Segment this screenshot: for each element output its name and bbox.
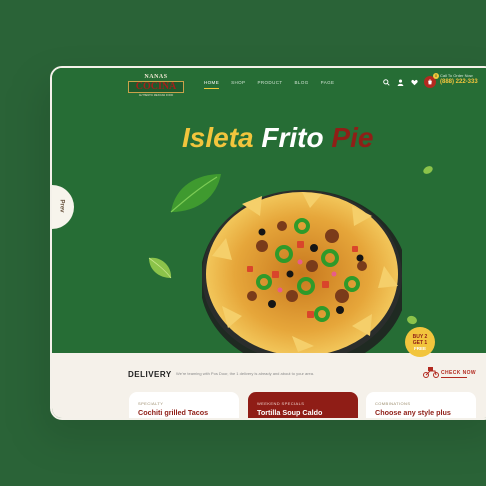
order-label: Call To Order Now (440, 73, 473, 78)
nav-blog[interactable]: BLOG (295, 80, 309, 85)
menu-card-specialty[interactable]: SPECIALTY Cochiti grilled Tacos (129, 392, 239, 418)
cart-count-badge: 0 (433, 73, 439, 79)
card-name: Choose any style plus (375, 408, 451, 417)
herb-leaf-image (423, 166, 433, 174)
heart-icon[interactable] (410, 78, 419, 87)
main-nav: HOME SHOP PRODUCT BLOG PAGE (204, 80, 335, 89)
nav-home[interactable]: HOME (204, 80, 220, 89)
hero-title-part2: Frito (261, 122, 324, 153)
delivery-section: DELIVERY We're teaming with Pos Door, th… (52, 353, 486, 418)
frito-pie-dish-image (202, 190, 402, 356)
brand-logo[interactable]: NANAS COCINA AUTHENTIC MEXICAN FOOD (128, 74, 184, 97)
order-info: Call To Order Now (888) 222-333 (440, 73, 478, 85)
nav-shop[interactable]: SHOP (231, 80, 245, 85)
cart-icon[interactable]: 0 (424, 73, 439, 88)
card-tag: SPECIALTY (138, 401, 164, 406)
herb-leaf-image-2 (407, 315, 417, 325)
card-name: Cochiti grilled Tacos (138, 408, 209, 417)
search-icon[interactable] (382, 78, 391, 87)
basil-leaf-small-image (148, 257, 172, 279)
menu-card-weekend-specials[interactable]: WEEKEND SPECIALS Tortilla Soup Caldo (248, 392, 358, 418)
hero-title: Isleta Frito Pie (182, 122, 373, 154)
brand-tagline: AUTHENTIC MEXICAN FOOD (138, 94, 174, 97)
delivery-text: We're teaming with Pos Door, the 1 deliv… (176, 371, 315, 376)
card-tag: WEEKEND SPECIALS (257, 401, 305, 406)
hero-section: NANAS COCINA AUTHENTIC MEXICAN FOOD HOME… (52, 68, 486, 356)
scooter-icon (423, 367, 439, 378)
menu-card-combinations[interactable]: COMBINATIONS Choose any style plus (366, 392, 476, 418)
card-name: Tortilla Soup Caldo (257, 408, 323, 417)
promo-badge[interactable]: BUY 2 GET 1 FREE (405, 327, 435, 357)
card-tag: COMBINATIONS (375, 401, 411, 406)
nav-product[interactable]: PRODUCT (257, 80, 282, 85)
website-mockup: NANAS COCINA AUTHENTIC MEXICAN FOOD HOME… (50, 66, 486, 420)
check-now-underline (441, 377, 467, 378)
check-now-link[interactable]: CHECK NOW (441, 370, 476, 376)
user-icon[interactable] (396, 78, 405, 87)
promo-line3: FREE (413, 346, 426, 351)
delivery-title: DELIVERY (128, 370, 172, 379)
brand-name: COCINA (128, 81, 184, 93)
nav-page[interactable]: PAGE (321, 80, 335, 85)
order-phone[interactable]: (888) 222-333 (440, 79, 478, 85)
brand-top-text: NANAS (144, 74, 168, 80)
hero-title-part1: Isleta (182, 122, 254, 153)
prev-slide-label[interactable]: Prev (59, 199, 65, 212)
hero-title-part3: Pie (331, 122, 374, 153)
header-icons: 0 (382, 73, 439, 88)
